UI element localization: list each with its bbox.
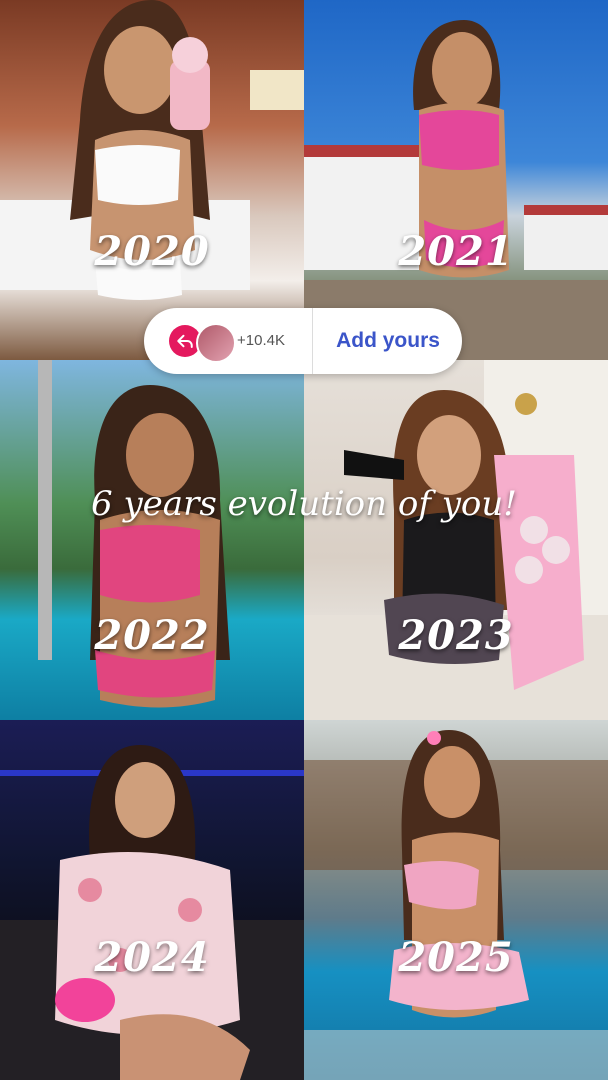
- photo-tile-2021: 2021: [304, 0, 608, 360]
- year-label-2024: 2024: [94, 934, 210, 981]
- collage-caption: 6 years evolution of you!: [91, 484, 517, 524]
- photo-2022: [0, 360, 304, 720]
- photo-tile-2025: 2025: [304, 720, 608, 1080]
- year-label-2025: 2025: [398, 934, 514, 981]
- sticker-divider: [312, 308, 313, 374]
- photo-tile-2020: 2020: [0, 0, 304, 360]
- participant-count: +10.4K: [237, 332, 285, 349]
- photo-tile-2023: 2023: [304, 360, 608, 720]
- photo-2020: [0, 0, 304, 360]
- photo-tile-2024: 2024: [0, 720, 304, 1080]
- year-label-2020: 2020: [94, 228, 210, 275]
- photo-2021: [304, 0, 608, 360]
- photo-2025: [304, 720, 608, 1080]
- year-label-2021: 2021: [398, 228, 514, 275]
- add-yours-button[interactable]: Add yours: [314, 308, 462, 374]
- photo-tile-2022: 2022: [0, 360, 304, 720]
- year-label-2023: 2023: [398, 612, 514, 659]
- participant-avatar: [196, 323, 236, 363]
- year-label-2022: 2022: [94, 612, 210, 659]
- add-yours-sticker[interactable]: +10.4K Add yours: [144, 308, 462, 374]
- photo-collage: 2020 2021 2022 2023 2024 2025: [0, 0, 608, 1080]
- photo-2024: [0, 720, 304, 1080]
- photo-2023: [304, 360, 608, 720]
